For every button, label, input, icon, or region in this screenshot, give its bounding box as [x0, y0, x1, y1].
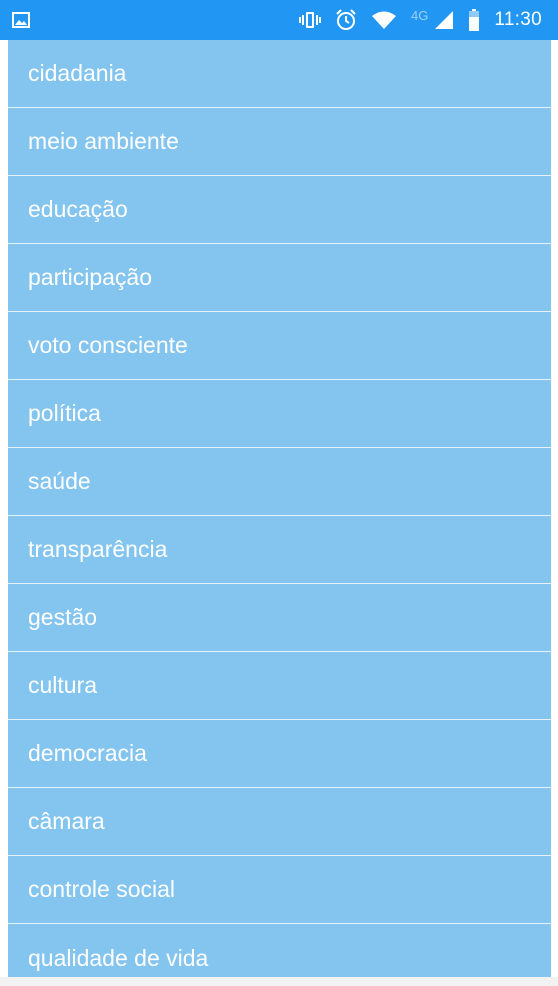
image-icon [12, 12, 30, 28]
topic-label: gestão [28, 604, 98, 630]
status-bar: 4G 11:30 [0, 0, 558, 40]
topic-list[interactable]: cidadania meio ambiente educação participaç… [8, 40, 551, 977]
topic-list-item[interactable]: voto consciente [8, 312, 551, 380]
battery-icon [468, 9, 480, 31]
topic-label: cidadania [28, 60, 127, 86]
topic-list-item[interactable]: educação [8, 176, 551, 244]
topic-list-item[interactable]: meio ambiente [8, 108, 551, 176]
alarm-icon [335, 9, 357, 31]
topic-label: saúde [28, 468, 91, 494]
bottom-edge [0, 977, 558, 986]
topic-list-item[interactable]: câmara [8, 788, 551, 856]
topic-label: educação [28, 196, 128, 222]
topic-label: participação [28, 264, 153, 290]
network-type-label: 4G [411, 7, 429, 23]
topic-label: democracia [28, 740, 147, 766]
topic-list-item[interactable]: qualidade de vida [8, 924, 551, 977]
topic-label: voto consciente [28, 332, 188, 358]
wifi-icon [371, 10, 397, 30]
status-icons: 4G 11:30 [299, 0, 542, 40]
topic-list-item[interactable]: política [8, 380, 551, 448]
topic-label: câmara [28, 808, 105, 834]
status-clock: 11:30 [494, 9, 542, 30]
vibrate-icon [299, 11, 322, 29]
topic-label: cultura [28, 672, 98, 698]
topic-list-item[interactable]: cultura [8, 652, 551, 720]
topic-list-item[interactable]: saúde [8, 448, 551, 516]
topic-label: transparência [28, 536, 168, 562]
topic-list-item[interactable]: cidadania [8, 40, 551, 108]
topic-label: política [28, 400, 101, 426]
topic-label: meio ambiente [28, 128, 179, 154]
topic-list-item[interactable]: participação [8, 244, 551, 312]
topic-list-item[interactable]: controle social [8, 856, 551, 924]
signal-icon [434, 10, 454, 30]
topic-list-item[interactable]: democracia [8, 720, 551, 788]
topic-list-item[interactable]: gestão [8, 584, 551, 652]
topic-label: qualidade de vida [28, 945, 209, 971]
topic-label: controle social [28, 876, 176, 902]
app-screen: 4G 11:30 cidadania meio ambiente educação p… [0, 0, 558, 986]
topic-list-item[interactable]: transparência [8, 516, 551, 584]
